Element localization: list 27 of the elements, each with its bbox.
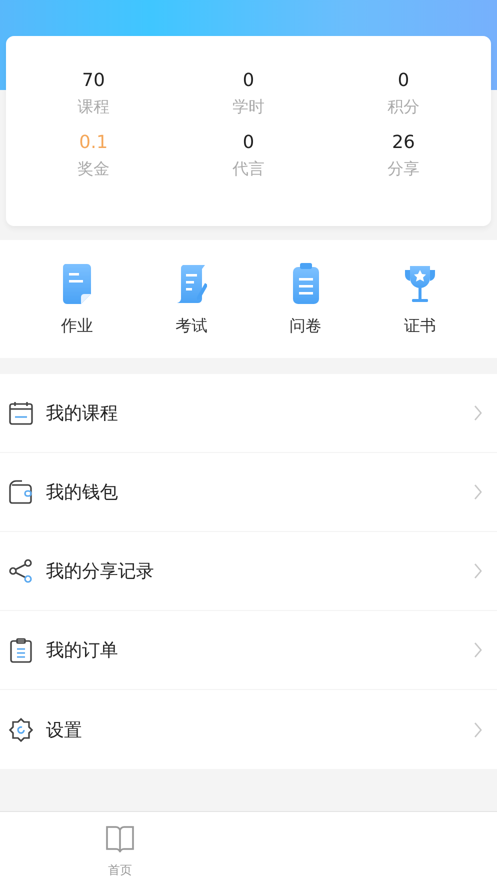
stat-value: 26 — [392, 132, 415, 153]
stat-label: 分享 — [388, 159, 420, 180]
action-button[interactable]: 问卷 — [270, 262, 341, 336]
stat-label: 积分 — [388, 97, 420, 118]
wallet-icon — [8, 479, 34, 505]
stat-value: 0 — [242, 132, 254, 153]
stat-value: 0 — [242, 70, 254, 91]
chevron-icon — [473, 562, 483, 580]
chevron-icon — [473, 404, 483, 422]
chevron-icon — [473, 483, 483, 501]
chevron-icon — [473, 641, 483, 659]
chevron-icon — [473, 720, 483, 738]
action-button[interactable]: 作业 — [42, 262, 112, 336]
stat-value: 70 — [82, 70, 105, 91]
action-button[interactable]: 证书 — [384, 262, 455, 336]
stat-label: 课程 — [78, 97, 110, 118]
action-button[interactable]: 考试 — [156, 262, 226, 336]
stat-value: 0 — [398, 70, 410, 91]
document-icon — [61, 262, 94, 306]
stat-value: 0.1 — [79, 132, 108, 153]
share-icon — [8, 558, 34, 584]
gear-icon — [8, 716, 34, 742]
stat-label: 学时 — [232, 97, 264, 118]
stat-label: 奖金 — [78, 159, 110, 180]
calendar-icon — [8, 400, 34, 426]
clipboard-icon — [8, 637, 34, 663]
stat-label: 代言 — [232, 159, 264, 180]
